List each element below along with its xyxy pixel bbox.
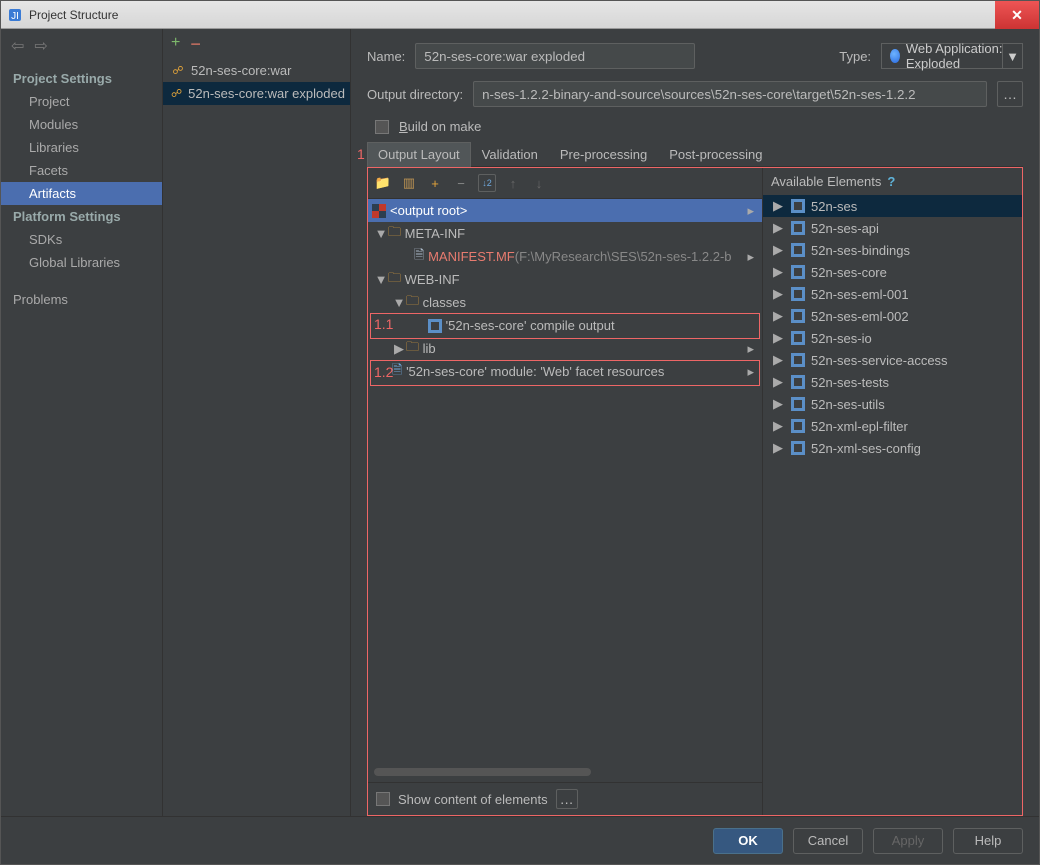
root-icon: [372, 204, 386, 218]
name-input[interactable]: [415, 43, 695, 69]
show-content-checkbox[interactable]: [376, 792, 390, 806]
forward-icon[interactable]: ⇨: [34, 39, 47, 55]
sidebar-item-project[interactable]: Project: [1, 90, 162, 113]
module-icon: [428, 319, 442, 333]
tab-row: 1 Output Layout Validation Pre-processin…: [367, 142, 1023, 167]
available-item[interactable]: ▶52n-xml-ses-config: [763, 437, 1022, 459]
title-bar: JI Project Structure ✕: [1, 1, 1039, 29]
available-item[interactable]: ▶52n-ses-core: [763, 261, 1022, 283]
back-icon[interactable]: ⇦: [11, 39, 24, 55]
available-item[interactable]: ▶52n-ses-tests: [763, 371, 1022, 393]
help-icon[interactable]: ?: [887, 174, 895, 189]
available-item[interactable]: ▶52n-ses-eml-001: [763, 283, 1022, 305]
artifact-icon: ☍: [171, 87, 182, 101]
available-elements-header: Available Elements: [771, 174, 881, 189]
sidebar-item-libraries[interactable]: Libraries: [1, 136, 162, 159]
new-folder-icon[interactable]: 📁: [374, 174, 392, 192]
settings-sidebar: ⇦ ⇨ Project Settings Project Modules Lib…: [1, 29, 163, 816]
apply-button[interactable]: Apply: [873, 828, 943, 854]
name-label: Name:: [367, 49, 405, 64]
annotation-1: 1: [357, 146, 365, 162]
expand-icon: ▸: [747, 249, 758, 265]
h-scrollbar[interactable]: [374, 768, 591, 776]
file-icon: 🗎: [414, 246, 424, 268]
ok-button[interactable]: OK: [713, 828, 783, 854]
available-item[interactable]: ▶52n-ses: [763, 195, 1022, 217]
new-archive-icon[interactable]: ▥: [400, 174, 418, 192]
help-button[interactable]: Help: [953, 828, 1023, 854]
available-elements-list[interactable]: ▶52n-ses ▶52n-ses-api ▶52n-ses-bindings …: [763, 195, 1022, 815]
sidebar-item-facets[interactable]: Facets: [1, 159, 162, 182]
sidebar-category-project: Project Settings: [1, 67, 162, 90]
folder-icon: 🗀: [406, 338, 419, 360]
svg-text:JI: JI: [11, 11, 19, 22]
facet-icon: 🗎: [392, 361, 402, 383]
collapse-icon[interactable]: ▼: [392, 295, 406, 310]
sidebar-item-modules[interactable]: Modules: [1, 113, 162, 136]
sidebar-item-artifacts[interactable]: Artifacts: [1, 182, 162, 205]
tab-validation[interactable]: Validation: [471, 142, 549, 167]
expand-icon: ▸: [747, 341, 758, 357]
sidebar-item-global-libraries[interactable]: Global Libraries: [1, 251, 162, 274]
available-item[interactable]: ▶52n-ses-bindings: [763, 239, 1022, 261]
show-content-browse[interactable]: …: [556, 789, 578, 809]
tab-post-processing[interactable]: Post-processing: [658, 142, 773, 167]
output-dir-label: Output directory:: [367, 87, 463, 102]
build-on-make-label: Build on make: [399, 119, 481, 134]
move-up-icon[interactable]: ↑: [504, 174, 522, 192]
add-artifact-icon[interactable]: +: [171, 35, 180, 53]
globe-icon: [890, 49, 900, 63]
expand-icon: ▸: [747, 203, 758, 219]
window-title: Project Structure: [29, 8, 118, 22]
folder-icon: 🗀: [388, 269, 401, 291]
artifact-list-column: + − ☍ 52n-ses-core:war ☍ 52n-ses-core:wa…: [163, 29, 351, 816]
expand-icon: ▸: [747, 364, 758, 380]
available-item[interactable]: ▶52n-ses-api: [763, 217, 1022, 239]
available-item[interactable]: ▶52n-xml-epl-filter: [763, 415, 1022, 437]
build-on-make-checkbox[interactable]: [375, 120, 389, 134]
expand-icon[interactable]: ▶: [392, 341, 406, 357]
move-down-icon[interactable]: ↓: [530, 174, 548, 192]
tab-pre-processing[interactable]: Pre-processing: [549, 142, 658, 167]
sidebar-item-problems[interactable]: Problems: [1, 288, 162, 311]
sort-icon[interactable]: ↓2: [478, 174, 496, 192]
folder-icon: 🗀: [388, 223, 401, 245]
dialog-footer: OK Cancel Apply Help: [1, 816, 1039, 864]
output-dir-input[interactable]: [473, 81, 987, 107]
sidebar-item-sdks[interactable]: SDKs: [1, 228, 162, 251]
show-content-label: Show content of elements: [398, 792, 548, 807]
remove-artifact-icon[interactable]: −: [190, 35, 201, 53]
available-item[interactable]: ▶52n-ses-io: [763, 327, 1022, 349]
collapse-icon[interactable]: ▼: [374, 226, 388, 241]
available-item[interactable]: ▶52n-ses-eml-002: [763, 305, 1022, 327]
main-panel: Name: Type: Web Application: Exploded ▼ …: [351, 29, 1039, 816]
artifact-item[interactable]: ☍ 52n-ses-core:war: [163, 59, 350, 82]
output-layout-tree[interactable]: <output root> ▸ ▼ 🗀 META-INF 🗎 MANIFEST.: [368, 199, 762, 782]
add-copy-icon[interactable]: +: [426, 174, 444, 192]
sidebar-category-platform: Platform Settings: [1, 205, 162, 228]
cancel-button[interactable]: Cancel: [793, 828, 863, 854]
tab-output-layout[interactable]: Output Layout: [367, 142, 471, 167]
type-label: Type:: [839, 49, 871, 64]
folder-icon: 🗀: [406, 292, 419, 314]
available-item[interactable]: ▶52n-ses-service-access: [763, 349, 1022, 371]
artifact-item[interactable]: ☍ 52n-ses-core:war exploded: [163, 82, 350, 105]
close-button[interactable]: ✕: [995, 1, 1039, 29]
type-combo[interactable]: Web Application: Exploded ▼: [881, 43, 1023, 69]
collapse-icon[interactable]: ▼: [374, 272, 388, 287]
browse-button[interactable]: …: [997, 81, 1023, 107]
artifact-icon: ☍: [171, 64, 185, 78]
app-icon: JI: [7, 7, 23, 23]
remove-icon[interactable]: −: [452, 174, 470, 192]
chevron-down-icon: ▼: [1002, 44, 1022, 68]
available-item[interactable]: ▶52n-ses-utils: [763, 393, 1022, 415]
